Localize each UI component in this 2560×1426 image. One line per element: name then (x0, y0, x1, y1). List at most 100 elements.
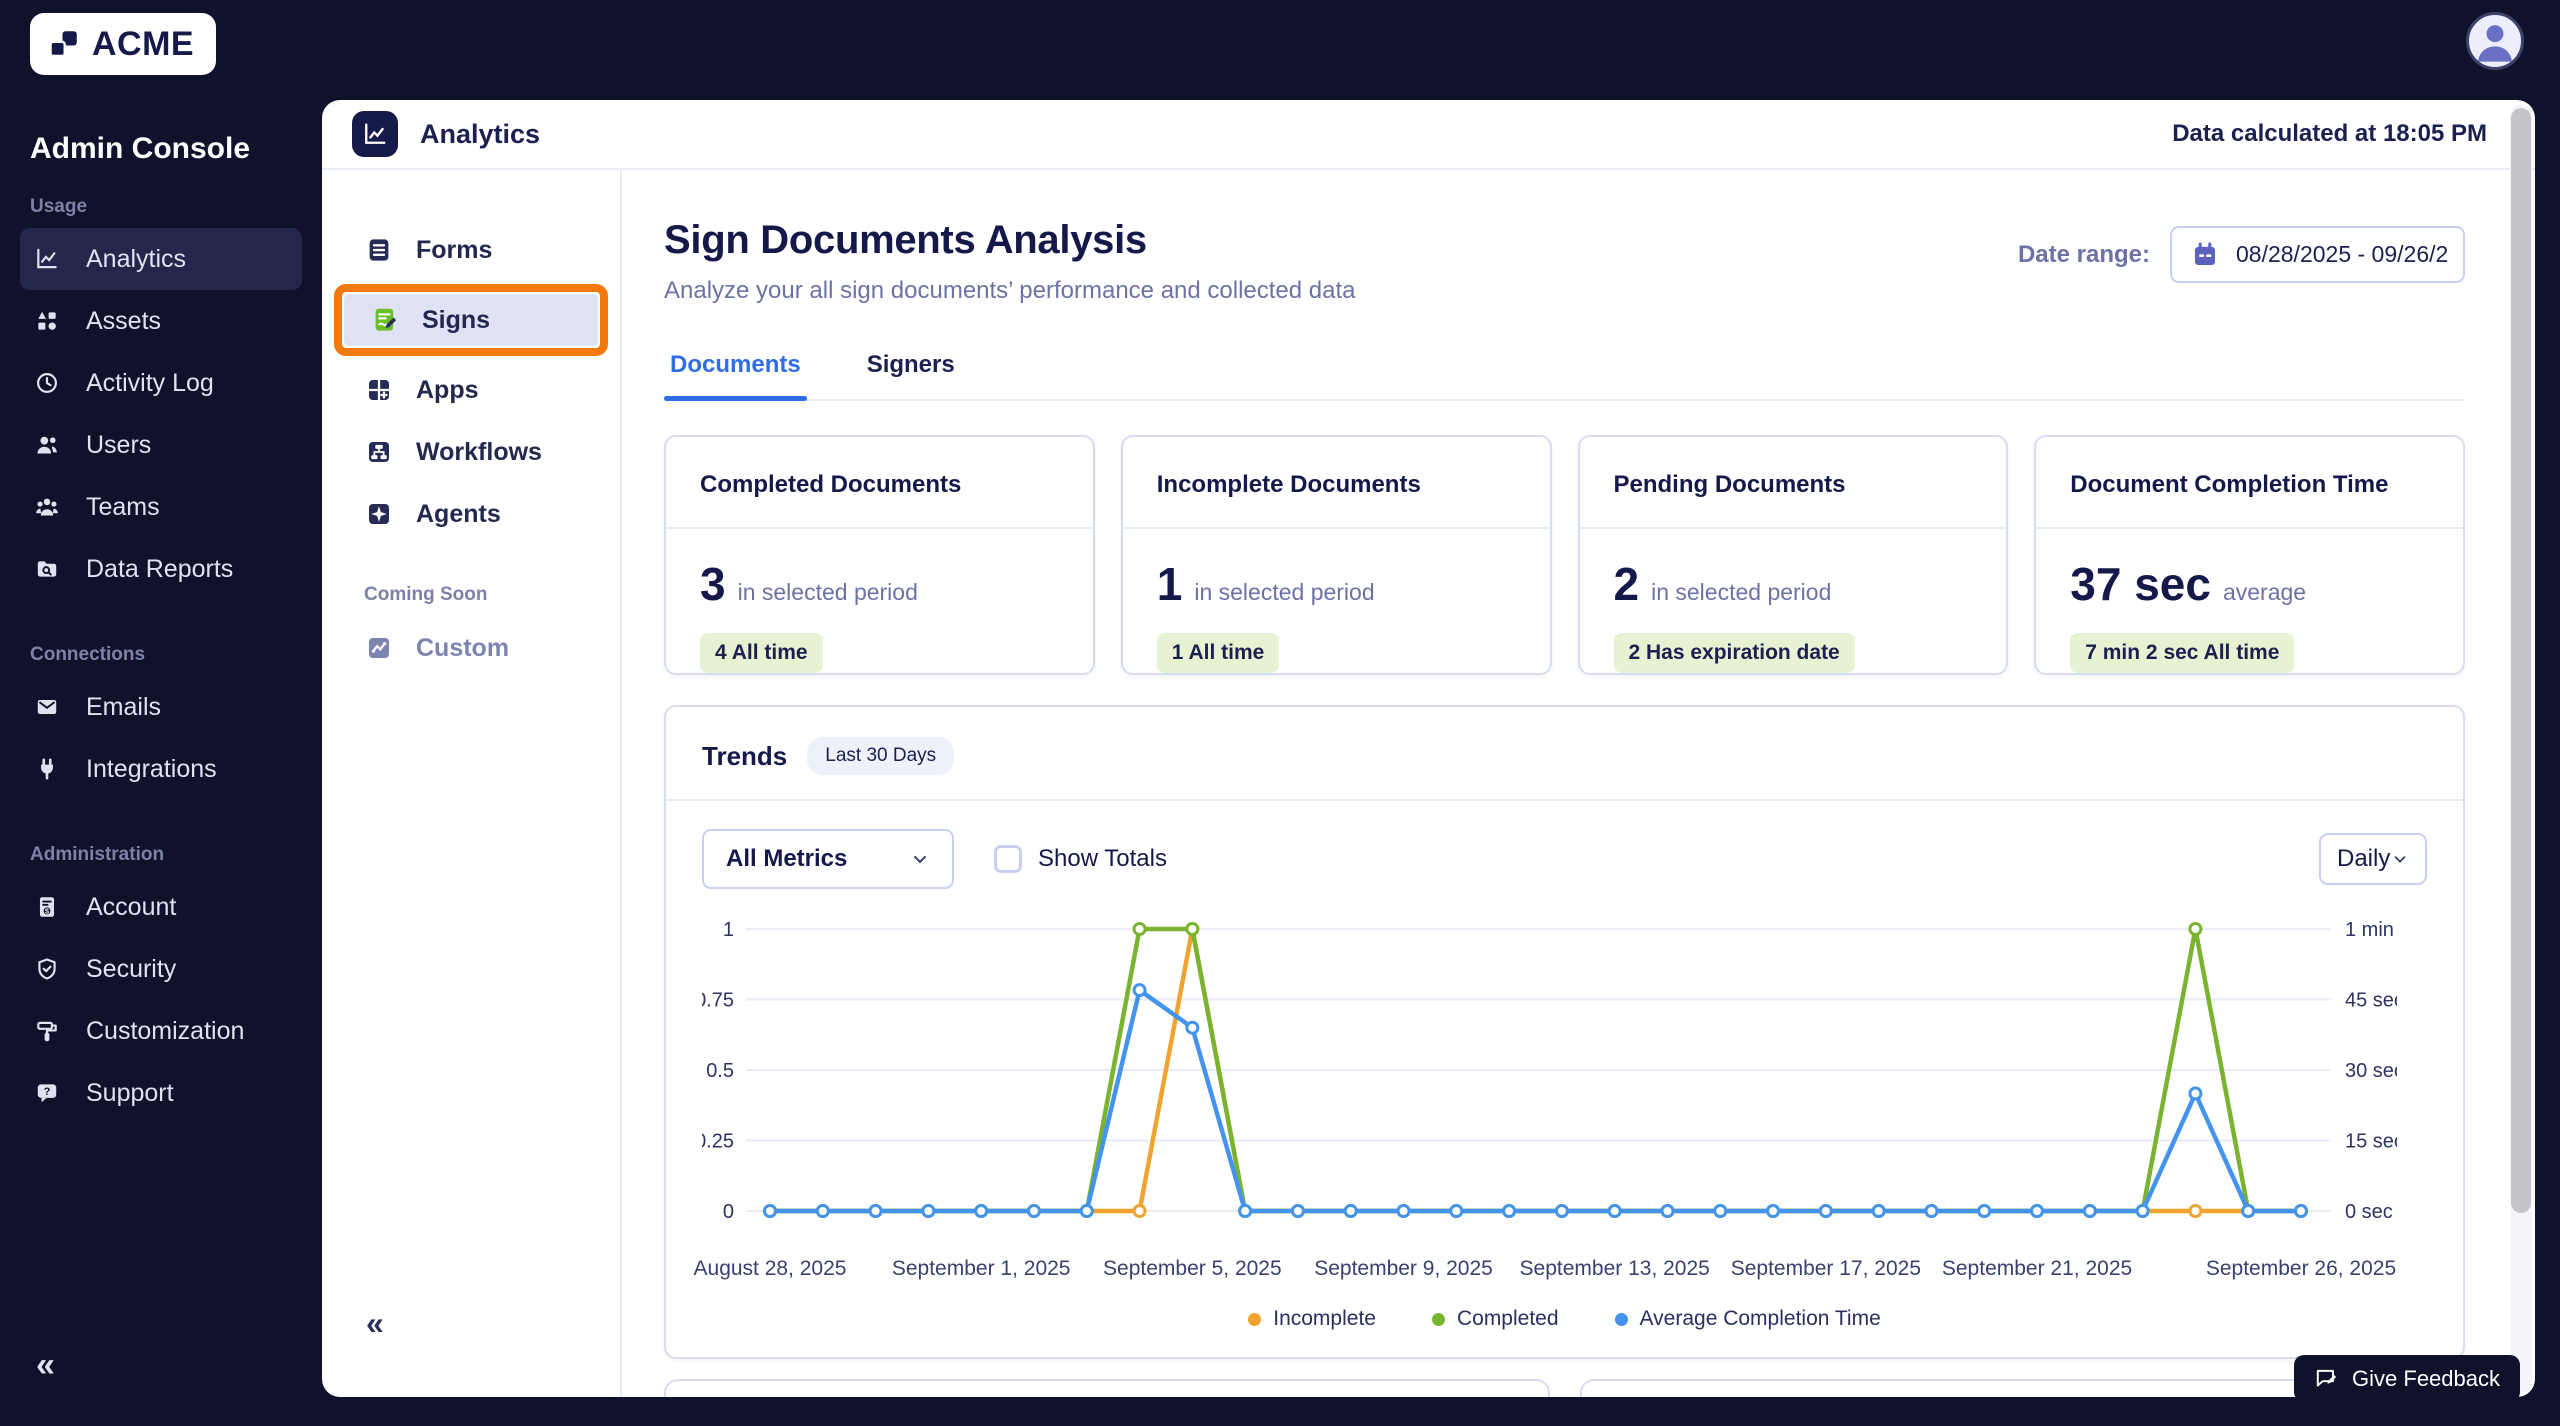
people-icon (32, 492, 62, 522)
content-area: Sign Documents Analysis Analyze your all… (622, 170, 2535, 1397)
shield-check-icon (32, 954, 62, 984)
sidebar-item-support[interactable]: ? Support (20, 1062, 302, 1124)
sidebar-item-activity-log[interactable]: Activity Log (20, 352, 302, 414)
sidebar-item-integrations[interactable]: Integrations (20, 738, 302, 800)
user-avatar[interactable] (2466, 12, 2524, 70)
legend-label: Average Completion Time (1640, 1307, 1881, 1331)
submenu-item-forms[interactable]: Forms (336, 220, 606, 280)
stat-value: 2 (1614, 557, 1640, 611)
legend-dot (1248, 1313, 1261, 1326)
stat-card-pending: Pending Documents 2 in selected period 2… (1578, 435, 2009, 675)
submenu-collapse-button[interactable]: « (366, 1307, 384, 1339)
legend-dot (1432, 1313, 1445, 1326)
metrics-select-value: All Metrics (726, 845, 847, 873)
give-feedback-button[interactable]: Give Feedback (2294, 1355, 2520, 1402)
svg-text:0 sec: 0 sec (2345, 1201, 2393, 1223)
sidebar-item-assets[interactable]: Assets (20, 290, 302, 352)
calendar-icon (2190, 240, 2220, 270)
feedback-chat-icon (2314, 1366, 2340, 1392)
analytics-submenu: Forms Signs (322, 170, 622, 1397)
date-range-picker[interactable]: 08/28/2025 - 09/26/2025 (2170, 226, 2465, 283)
page-subtitle: Analyze your all sign documents’ perform… (664, 277, 1356, 305)
sidebar-item-label: Data Reports (86, 555, 233, 584)
legend-dot (1615, 1313, 1628, 1326)
sidebar-item-account[interactable]: $ Account (20, 876, 302, 938)
stat-badge: 1 All time (1157, 633, 1280, 673)
granularity-select[interactable]: Daily (2319, 833, 2427, 885)
submenu-item-workflows[interactable]: Workflows (336, 422, 606, 482)
chart-x-tick: September 21, 2025 (1942, 1257, 2132, 1281)
sidebar-item-label: Integrations (86, 755, 217, 784)
sidebar-item-label: Emails (86, 693, 161, 722)
sidebar-item-emails[interactable]: Emails (20, 676, 302, 738)
legend-item-incomplete[interactable]: Incomplete (1248, 1307, 1376, 1331)
submenu-item-apps[interactable]: Apps (336, 360, 606, 420)
chart-x-tick: September 17, 2025 (1731, 1257, 1921, 1281)
sidebar-item-security[interactable]: Security (20, 938, 302, 1000)
chart-x-tick: September 13, 2025 (1520, 1257, 1710, 1281)
stat-suffix: in selected period (1194, 579, 1374, 606)
stat-suffix: in selected period (738, 579, 918, 606)
sidebar-item-label: Customization (86, 1017, 244, 1046)
person-icon (2469, 15, 2521, 67)
tab-signers[interactable]: Signers (861, 341, 961, 399)
legend-item-completed[interactable]: Completed (1432, 1307, 1559, 1331)
chevron-down-icon (2391, 850, 2409, 868)
chart-legend: Incomplete Completed Average Completion … (666, 1289, 2463, 1357)
sidebar-item-label: Security (86, 955, 176, 984)
svg-text:0.75: 0.75 (702, 990, 734, 1012)
submenu-item-label: Agents (416, 500, 501, 529)
sidebar-item-analytics[interactable]: Analytics (20, 228, 302, 290)
stat-value: 3 (700, 557, 726, 611)
submenu-item-signs[interactable]: Signs (344, 294, 598, 346)
show-totals-control[interactable]: Show Totals (994, 845, 1167, 873)
line-chart-icon (32, 244, 62, 274)
svg-text:0: 0 (723, 1201, 734, 1223)
trends-period-badge: Last 30 Days (807, 737, 954, 775)
billing-document-icon: $ (32, 892, 62, 922)
stat-cards-row: Completed Documents 3 in selected period… (664, 435, 2465, 675)
brand-name: ACME (92, 25, 194, 64)
submenu-item-label: Apps (416, 376, 479, 405)
trend-chart: 11 min0.7545 sec0.530 sec0.2515 sec00 se… (666, 895, 2463, 1289)
panel-title: Analytics (420, 119, 540, 150)
scrollbar-thumb[interactable] (2511, 108, 2531, 1213)
workflow-icon (364, 437, 394, 467)
chart-x-tick: September 9, 2025 (1314, 1257, 1493, 1281)
sidebar-item-label: Analytics (86, 245, 186, 274)
svg-text:1 min: 1 min (2345, 919, 2394, 941)
clock-history-icon (32, 368, 62, 398)
sidebar-item-data-reports[interactable]: Data Reports (20, 538, 302, 600)
submenu-item-custom[interactable]: Custom (336, 618, 606, 678)
show-totals-checkbox[interactable] (994, 845, 1022, 873)
legend-label: Completed (1457, 1307, 1559, 1331)
page-title: Sign Documents Analysis (664, 218, 1356, 263)
brand-logo[interactable]: ACME (30, 13, 216, 75)
stat-card-title: Pending Documents (1580, 437, 2007, 529)
shapes-icon (32, 306, 62, 336)
sparkle-icon (364, 499, 394, 529)
legend-item-average-completion-time[interactable]: Average Completion Time (1615, 1307, 1881, 1331)
submenu-item-agents[interactable]: Agents (336, 484, 606, 544)
submenu-item-label: Forms (416, 236, 492, 265)
sidebar-collapse-button[interactable]: « (36, 1348, 55, 1382)
submenu-item-label: Workflows (416, 438, 542, 467)
user-group-icon (32, 430, 62, 460)
svg-text:45 sec: 45 sec (2345, 990, 2397, 1012)
tab-bar: Documents Signers (664, 341, 2465, 401)
sidebar-item-users[interactable]: Users (20, 414, 302, 476)
sidebar-item-teams[interactable]: Teams (20, 476, 302, 538)
tab-documents[interactable]: Documents (664, 341, 807, 399)
scrollbar[interactable] (2510, 104, 2532, 1393)
sidebar-section-connections: Connections (30, 644, 322, 666)
chart-x-tick: August 28, 2025 (694, 1257, 847, 1281)
folder-search-icon (32, 554, 62, 584)
help-chat-icon: ? (32, 1078, 62, 1108)
sidebar-item-label: Activity Log (86, 369, 214, 398)
stat-suffix: in selected period (1651, 579, 1831, 606)
metrics-select[interactable]: All Metrics (702, 829, 954, 889)
svg-text:0.5: 0.5 (706, 1060, 734, 1082)
sidebar-item-customization[interactable]: Customization (20, 1000, 302, 1062)
chart-x-tick: September 1, 2025 (892, 1257, 1071, 1281)
stat-suffix: average (2223, 579, 2306, 606)
